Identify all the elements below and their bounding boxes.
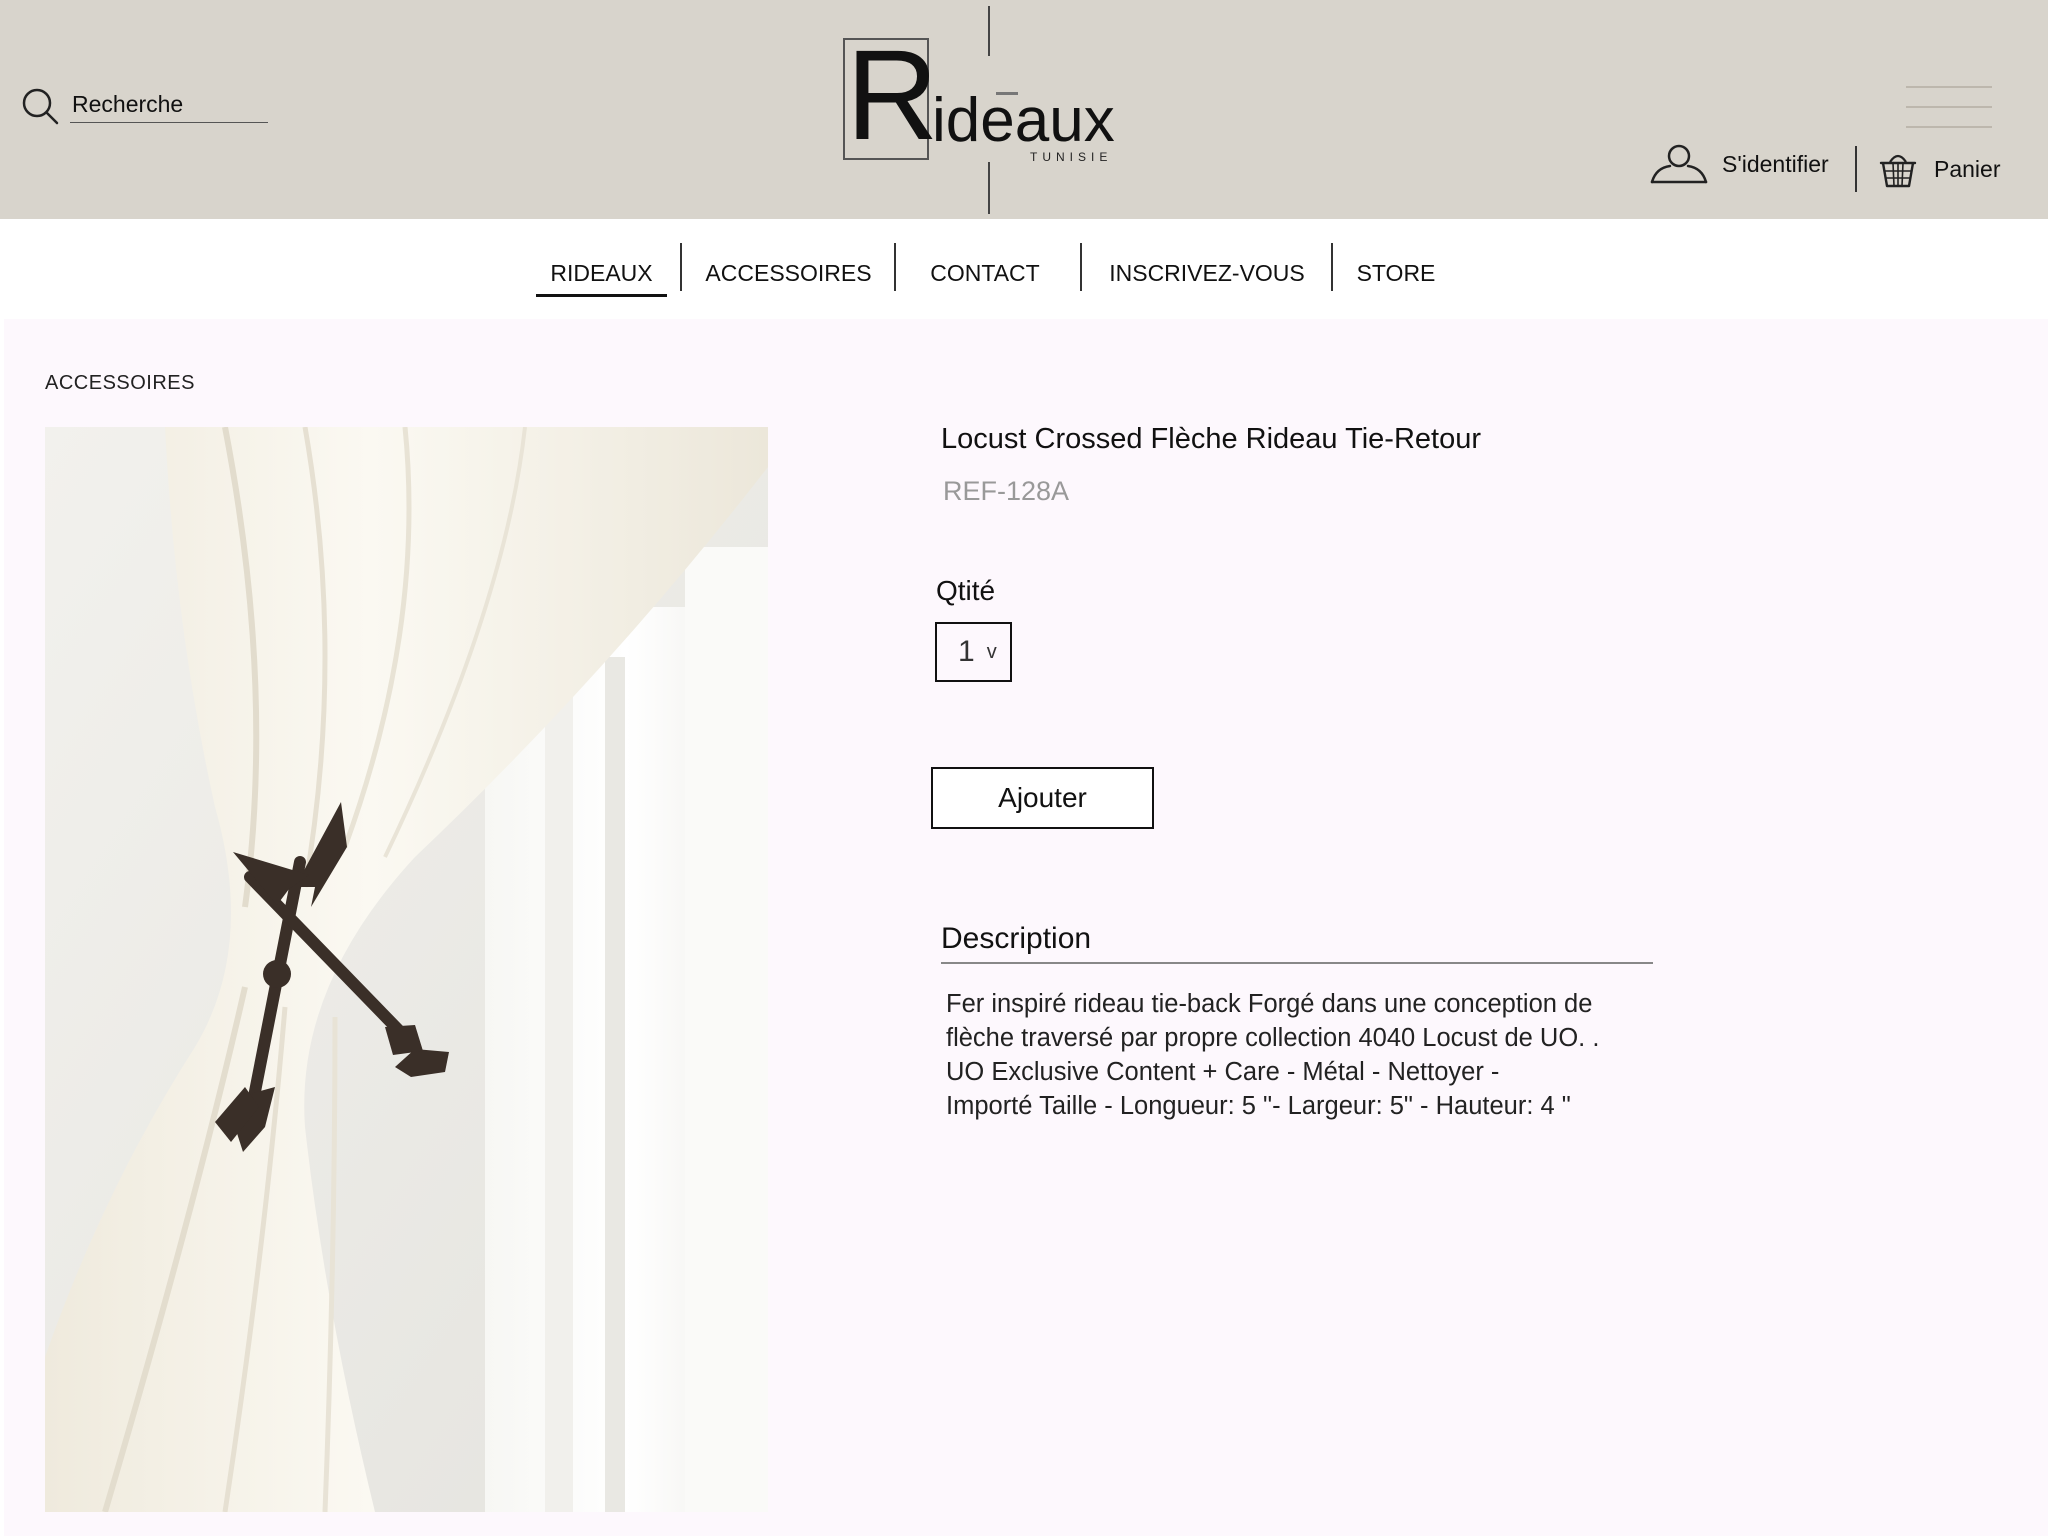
- logo-wordmark: ideaux: [932, 86, 1115, 155]
- logo-divider-bottom: [988, 162, 990, 214]
- cart-label: Panier: [1934, 155, 2001, 182]
- description-title: Description: [941, 922, 1092, 955]
- product-image: [45, 427, 768, 1512]
- site-header: R ideaux TUNISIE S'identifier Panier: [0, 0, 2048, 219]
- hamburger-icon[interactable]: [1906, 86, 1992, 128]
- cart-link[interactable]: Panier: [1878, 148, 2000, 190]
- product-title: Locust Crossed Flèche Rideau Tie-Retour: [941, 423, 1481, 455]
- product-ref: REF-128A: [943, 476, 1070, 506]
- add-to-cart-button[interactable]: Ajouter: [931, 767, 1154, 829]
- quantity-label: Qtité: [936, 575, 996, 606]
- description-divider: [941, 962, 1653, 964]
- user-icon: [1650, 144, 1708, 184]
- search-input[interactable]: [70, 89, 268, 123]
- nav-separator: [894, 243, 896, 291]
- nav-item-inscrivez-vous[interactable]: INSCRIVEZ-VOUS: [1108, 253, 1306, 293]
- nav-separator: [1080, 243, 1082, 291]
- chevron-down-icon: v: [986, 640, 997, 663]
- main-nav: RIDEAUX ACCESSOIRES CONTACT INSCRIVEZ-VO…: [0, 219, 2048, 319]
- product-page: ACCESSOIRES Locust Crossed Flèche Rideau…: [4, 319, 2048, 1536]
- logo-initial: R: [846, 24, 938, 167]
- nav-item-store[interactable]: STORE: [1356, 253, 1436, 293]
- nav-separator: [1331, 243, 1333, 291]
- nav-item-accessoires[interactable]: ACCESSOIRES: [700, 253, 877, 293]
- logo-divider-top: [988, 6, 990, 56]
- nav-item-contact[interactable]: CONTACT: [925, 253, 1045, 293]
- search-icon[interactable]: [20, 86, 60, 126]
- quantity-select[interactable]: 1 v: [935, 622, 1012, 682]
- search-bar: [20, 86, 268, 126]
- nav-item-rideaux[interactable]: RIDEAUX: [536, 253, 667, 297]
- nav-separator: [680, 243, 682, 291]
- breadcrumb[interactable]: ACCESSOIRES: [45, 372, 195, 395]
- signin-link[interactable]: S'identifier: [1650, 144, 1829, 184]
- logo-subtitle: TUNISIE: [1030, 150, 1113, 164]
- quantity-value: 1: [958, 635, 975, 668]
- description-text: Fer inspiré rideau tie-back Forgé dans u…: [946, 990, 1600, 1120]
- header-divider: [1855, 146, 1857, 192]
- basket-icon: [1879, 154, 1917, 188]
- signin-label: S'identifier: [1722, 150, 1829, 177]
